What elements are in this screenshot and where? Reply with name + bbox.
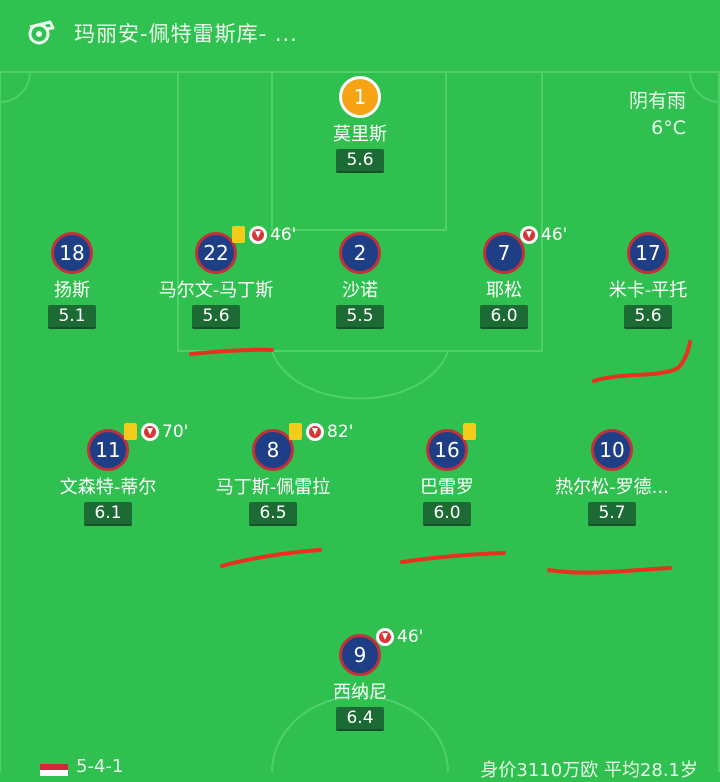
player-name: 热尔松-罗德... xyxy=(555,477,669,498)
player-name: 莫里斯 xyxy=(333,124,387,145)
player-number: 1 xyxy=(339,76,381,118)
whistle-icon xyxy=(28,20,55,45)
player-events: 46' xyxy=(376,626,423,648)
player-name: 文森特-蒂尔 xyxy=(59,477,157,498)
player-card[interactable]: 18 扬斯 5.1 xyxy=(0,232,152,329)
formation-label: 5-4-1 xyxy=(76,756,124,777)
player-name: 米卡-平托 xyxy=(608,280,688,301)
sub-out-icon xyxy=(141,422,159,441)
player-card[interactable]: 7 46' 耶松 6.0 xyxy=(424,225,584,329)
yellow-card-icon xyxy=(289,423,302,440)
player-card[interactable]: 10 热尔松-罗德... 5.7 xyxy=(532,429,692,526)
player-rating: 6.5 xyxy=(249,502,297,526)
player-name: 扬斯 xyxy=(54,280,90,301)
player-card[interactable]: 1 莫里斯 5.6 xyxy=(280,76,440,173)
sub-out-icon xyxy=(249,225,267,244)
player-card[interactable]: 2 沙诺 5.5 xyxy=(280,232,440,329)
player-name: 耶松 xyxy=(486,280,522,301)
player-rating: 6.1 xyxy=(84,502,132,526)
player-name: 西纳尼 xyxy=(333,682,387,703)
player-rating: 5.6 xyxy=(336,149,384,173)
player-events xyxy=(463,421,480,443)
team-title: 玛丽安-佩特雷斯库- ... xyxy=(74,22,298,46)
team-value-info: 身价3110万欧 平均28.1岁 xyxy=(480,760,698,781)
player-number: 17 xyxy=(627,232,669,274)
player-rating: 5.7 xyxy=(588,502,636,526)
player-name: 马丁斯-佩雷拉 xyxy=(215,477,331,498)
player-events: 82' xyxy=(289,421,353,443)
player-number: 10 xyxy=(591,429,633,471)
player-rating: 5.5 xyxy=(336,305,384,329)
player-number: 11 xyxy=(87,429,129,471)
player-rating: 5.6 xyxy=(624,305,672,329)
player-card[interactable]: 22 46' 马尔文-马丁斯 5.6 xyxy=(136,225,296,329)
player-card[interactable]: 17 米卡-平托 5.6 xyxy=(568,232,720,329)
player-number: 16 xyxy=(426,429,468,471)
player-card[interactable]: 16 巴雷罗 6.0 xyxy=(367,423,527,526)
player-number: 22 xyxy=(195,232,237,274)
player-number: 8 xyxy=(252,429,294,471)
player-events: 70' xyxy=(124,421,188,443)
team-header: 玛丽安-佩特雷斯库- ... xyxy=(0,0,720,66)
player-name: 沙诺 xyxy=(342,280,378,301)
player-card[interactable]: 9 46' 西纳尼 6.4 xyxy=(280,627,440,731)
player-rating: 6.4 xyxy=(336,707,384,731)
player-rating: 5.6 xyxy=(192,305,240,329)
player-rating: 5.1 xyxy=(48,305,96,329)
player-card[interactable]: 11 70' 文森特-蒂尔 6.1 xyxy=(28,422,188,526)
sub-minute: 82' xyxy=(327,421,354,442)
sub-minute: 46' xyxy=(397,626,424,647)
weather-temperature: 6°C xyxy=(651,117,686,139)
yellow-card-icon xyxy=(232,226,245,243)
weather-condition: 阴有雨 xyxy=(628,90,686,112)
player-rating: 6.0 xyxy=(480,305,528,329)
player-number: 9 xyxy=(339,634,381,676)
yellow-card-icon xyxy=(463,423,476,440)
yellow-card-icon xyxy=(124,423,137,440)
sub-out-icon xyxy=(306,422,324,441)
player-name: 马尔文-马丁斯 xyxy=(158,280,274,301)
player-events: 46' xyxy=(520,224,567,246)
player-name: 巴雷罗 xyxy=(420,477,474,498)
player-card[interactable]: 8 82' 马丁斯-佩雷拉 6.5 xyxy=(193,422,353,526)
sub-minute: 46' xyxy=(541,224,568,245)
player-number: 7 xyxy=(483,232,525,274)
country-flag-icon xyxy=(40,764,68,776)
player-number: 18 xyxy=(51,232,93,274)
sub-out-icon xyxy=(376,627,394,646)
sub-out-icon xyxy=(520,225,538,244)
player-rating: 6.0 xyxy=(423,502,471,526)
player-number: 2 xyxy=(339,232,381,274)
sub-minute: 70' xyxy=(162,421,189,442)
weather-info: 阴有雨 6°C xyxy=(629,88,686,142)
